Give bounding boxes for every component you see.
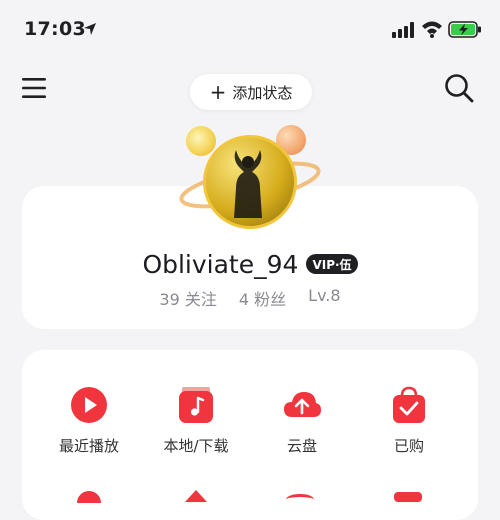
- menu-icon[interactable]: [20, 75, 48, 101]
- wifi-icon: [422, 21, 442, 38]
- shopping-bag-check-icon: [393, 386, 425, 423]
- recent-plays-button[interactable]: 最近播放: [34, 385, 144, 456]
- battery-charging-icon: [448, 21, 481, 38]
- followers-count[interactable]: 4 粉丝: [239, 286, 286, 310]
- recent-plays-label: 最近播放: [58, 437, 119, 455]
- user-level[interactable]: Lv.8: [308, 286, 340, 310]
- cloud-upload-icon: [284, 392, 321, 417]
- music-folder-icon: [179, 387, 213, 423]
- purchased-label: 已购: [393, 437, 424, 455]
- username[interactable]: Obliviate_94: [142, 250, 298, 279]
- status-time: 17:03: [24, 18, 86, 40]
- cloud-drive-button[interactable]: 云盘: [247, 385, 357, 456]
- plus-icon: +: [209, 80, 227, 104]
- username-row: Obliviate_94 VIP·伍: [22, 247, 478, 281]
- add-status-button[interactable]: + 添加状态: [190, 74, 312, 110]
- play-circle-icon: [71, 387, 107, 423]
- local-downloads-label: 本地/下载: [163, 437, 229, 455]
- signal-icon: [392, 22, 414, 38]
- local-downloads-button[interactable]: 本地/下载: [141, 385, 251, 456]
- search-icon[interactable]: [443, 72, 475, 104]
- location-arrow-icon: [84, 23, 96, 35]
- add-status-label: 添加状态: [232, 83, 293, 102]
- next-row-icon[interactable]: [394, 492, 422, 502]
- cloud-drive-label: 云盘: [286, 437, 317, 455]
- profile-stats: 39 关注 4 粉丝 Lv.8: [22, 286, 478, 310]
- vip-badge[interactable]: VIP·伍: [306, 254, 358, 274]
- following-count[interactable]: 39 关注: [159, 286, 216, 310]
- purchased-button[interactable]: 已购: [354, 385, 464, 456]
- avatar-silhouette: [234, 150, 262, 218]
- avatar[interactable]: [203, 135, 297, 229]
